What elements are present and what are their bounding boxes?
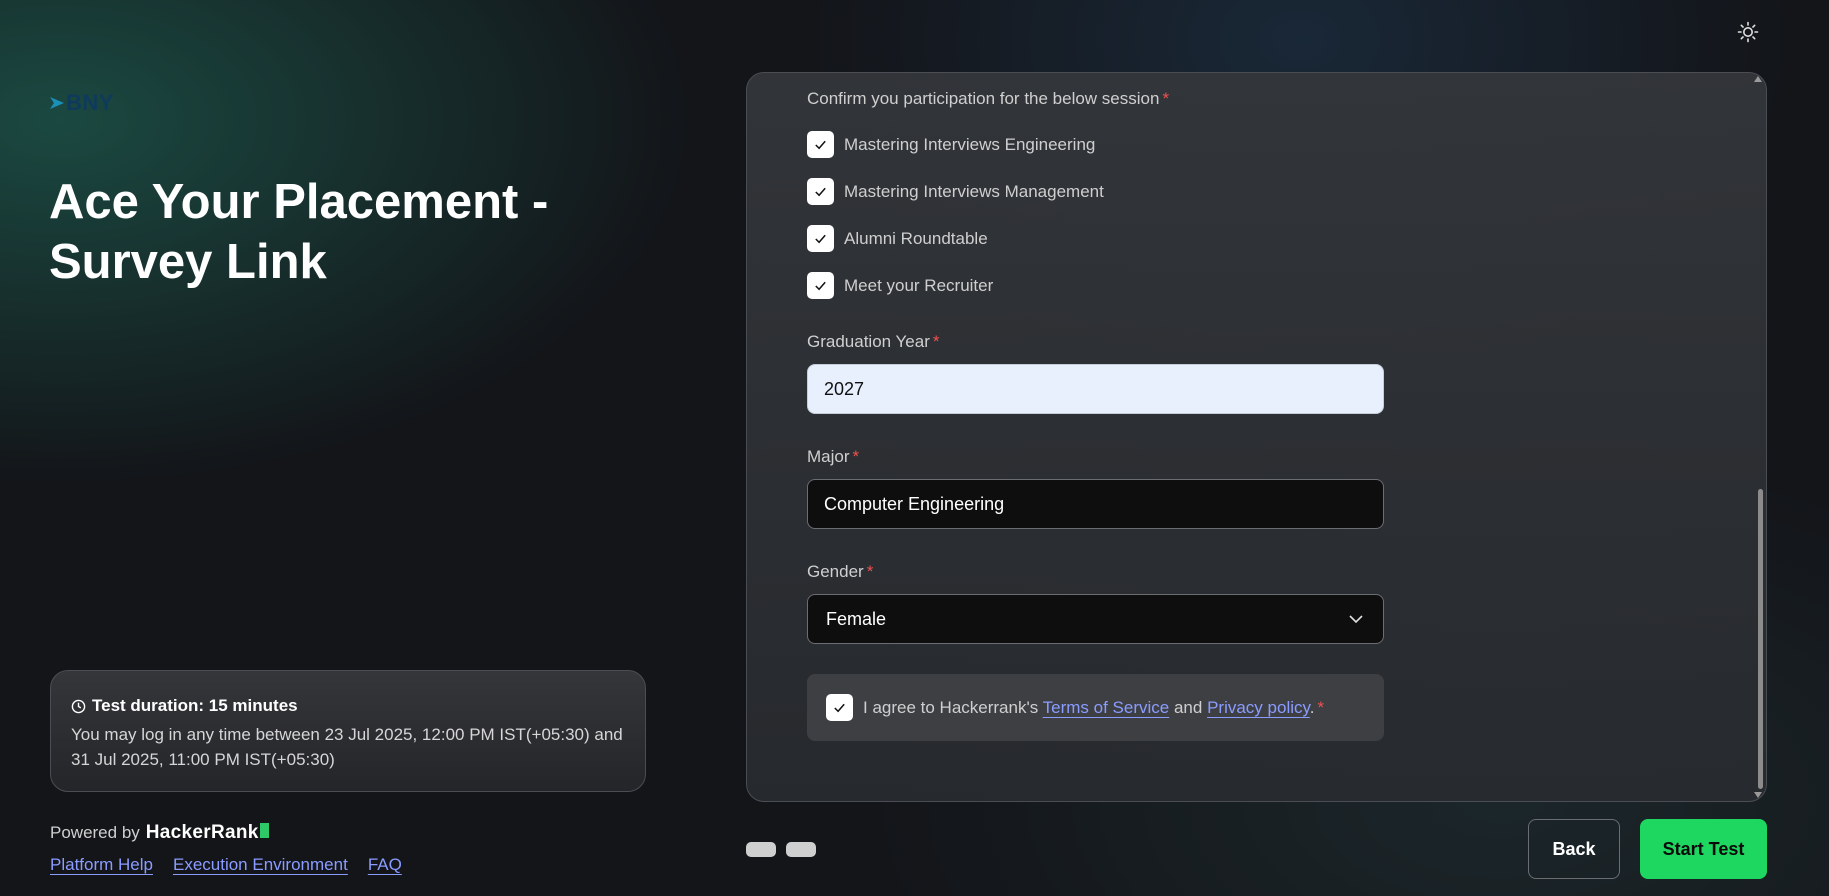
checkmark-icon	[815, 281, 826, 291]
agree-text: I agree to Hackerrank's Terms of Service…	[863, 697, 1325, 717]
checkbox[interactable]	[807, 225, 834, 252]
footer-links: Platform Help Execution Environment FAQ	[50, 855, 402, 875]
checkmark-icon	[815, 140, 826, 150]
execution-environment-link[interactable]: Execution Environment	[173, 855, 348, 875]
sessions-label: Confirm you participation for the below …	[807, 89, 1170, 108]
gender-label: Gender *	[807, 562, 874, 581]
duration-heading: Test duration: 15 minutes	[71, 696, 625, 716]
terms-of-service-link[interactable]: Terms of Service	[1043, 698, 1170, 717]
powered-by: Powered by HackerRank	[50, 822, 269, 844]
major-field[interactable]: Computer Engineering	[807, 479, 1384, 529]
form-panel: Confirm you participation for the below …	[746, 72, 1767, 802]
platform-help-link[interactable]: Platform Help	[50, 855, 153, 875]
major-label: Major *	[807, 447, 860, 466]
start-test-button[interactable]: Start Test	[1640, 819, 1767, 879]
scrollbar-thumb[interactable]	[1758, 489, 1763, 789]
session-label: Mastering Interviews Engineering	[844, 134, 1096, 154]
session-option[interactable]: Mastering Interviews Engineering	[807, 131, 1095, 158]
session-option[interactable]: Meet your Recruiter	[807, 272, 993, 299]
company-logo: BNY	[50, 90, 114, 116]
login-window-text: You may log in any time between 23 Jul 2…	[71, 725, 623, 769]
checkbox[interactable]	[807, 272, 834, 299]
scroll-up-arrow[interactable]	[1754, 76, 1762, 82]
agree-checkbox[interactable]	[826, 694, 853, 721]
session-label: Mastering Interviews Management	[844, 181, 1104, 201]
session-option[interactable]: Mastering Interviews Management	[807, 178, 1104, 205]
powered-by-label: Powered by	[50, 823, 140, 842]
checkbox[interactable]	[807, 178, 834, 205]
back-button[interactable]: Back	[1528, 819, 1620, 879]
clock-icon	[71, 699, 86, 713]
page-title: Ace Your Placement - Survey Link	[49, 175, 549, 289]
gender-selected-value: Female	[826, 608, 887, 629]
sun-icon[interactable]	[1736, 20, 1760, 44]
chevron-down-icon	[1349, 615, 1363, 624]
checkbox[interactable]	[807, 131, 834, 158]
hackerrank-logo: HackerRank	[146, 822, 269, 844]
session-label: Alumni Roundtable	[844, 228, 988, 248]
scroll-down-arrow[interactable]	[1754, 792, 1762, 798]
checkmark-icon	[815, 187, 826, 197]
step-dot[interactable]	[746, 842, 776, 857]
session-option[interactable]: Alumni Roundtable	[807, 225, 988, 252]
terms-agreement: I agree to Hackerrank's Terms of Service…	[807, 674, 1384, 741]
session-label: Meet your Recruiter	[844, 275, 994, 295]
graduation-year-field[interactable]: 2027	[807, 364, 1384, 414]
duration-label: Test duration: 15 minutes	[92, 696, 298, 715]
test-duration-card: Test duration: 15 minutes You may log in…	[50, 670, 646, 792]
faq-link[interactable]: FAQ	[368, 855, 402, 875]
logo-text: BNY	[66, 90, 114, 115]
step-dot[interactable]	[786, 842, 816, 857]
step-indicator	[746, 842, 816, 857]
privacy-policy-link[interactable]: Privacy policy	[1207, 698, 1310, 717]
graduation-year-label: Graduation Year *	[807, 332, 940, 351]
checkmark-icon	[815, 234, 826, 244]
gender-select[interactable]: Female	[807, 594, 1384, 644]
logo-arrow-icon	[50, 97, 64, 109]
checkmark-icon	[834, 703, 845, 713]
